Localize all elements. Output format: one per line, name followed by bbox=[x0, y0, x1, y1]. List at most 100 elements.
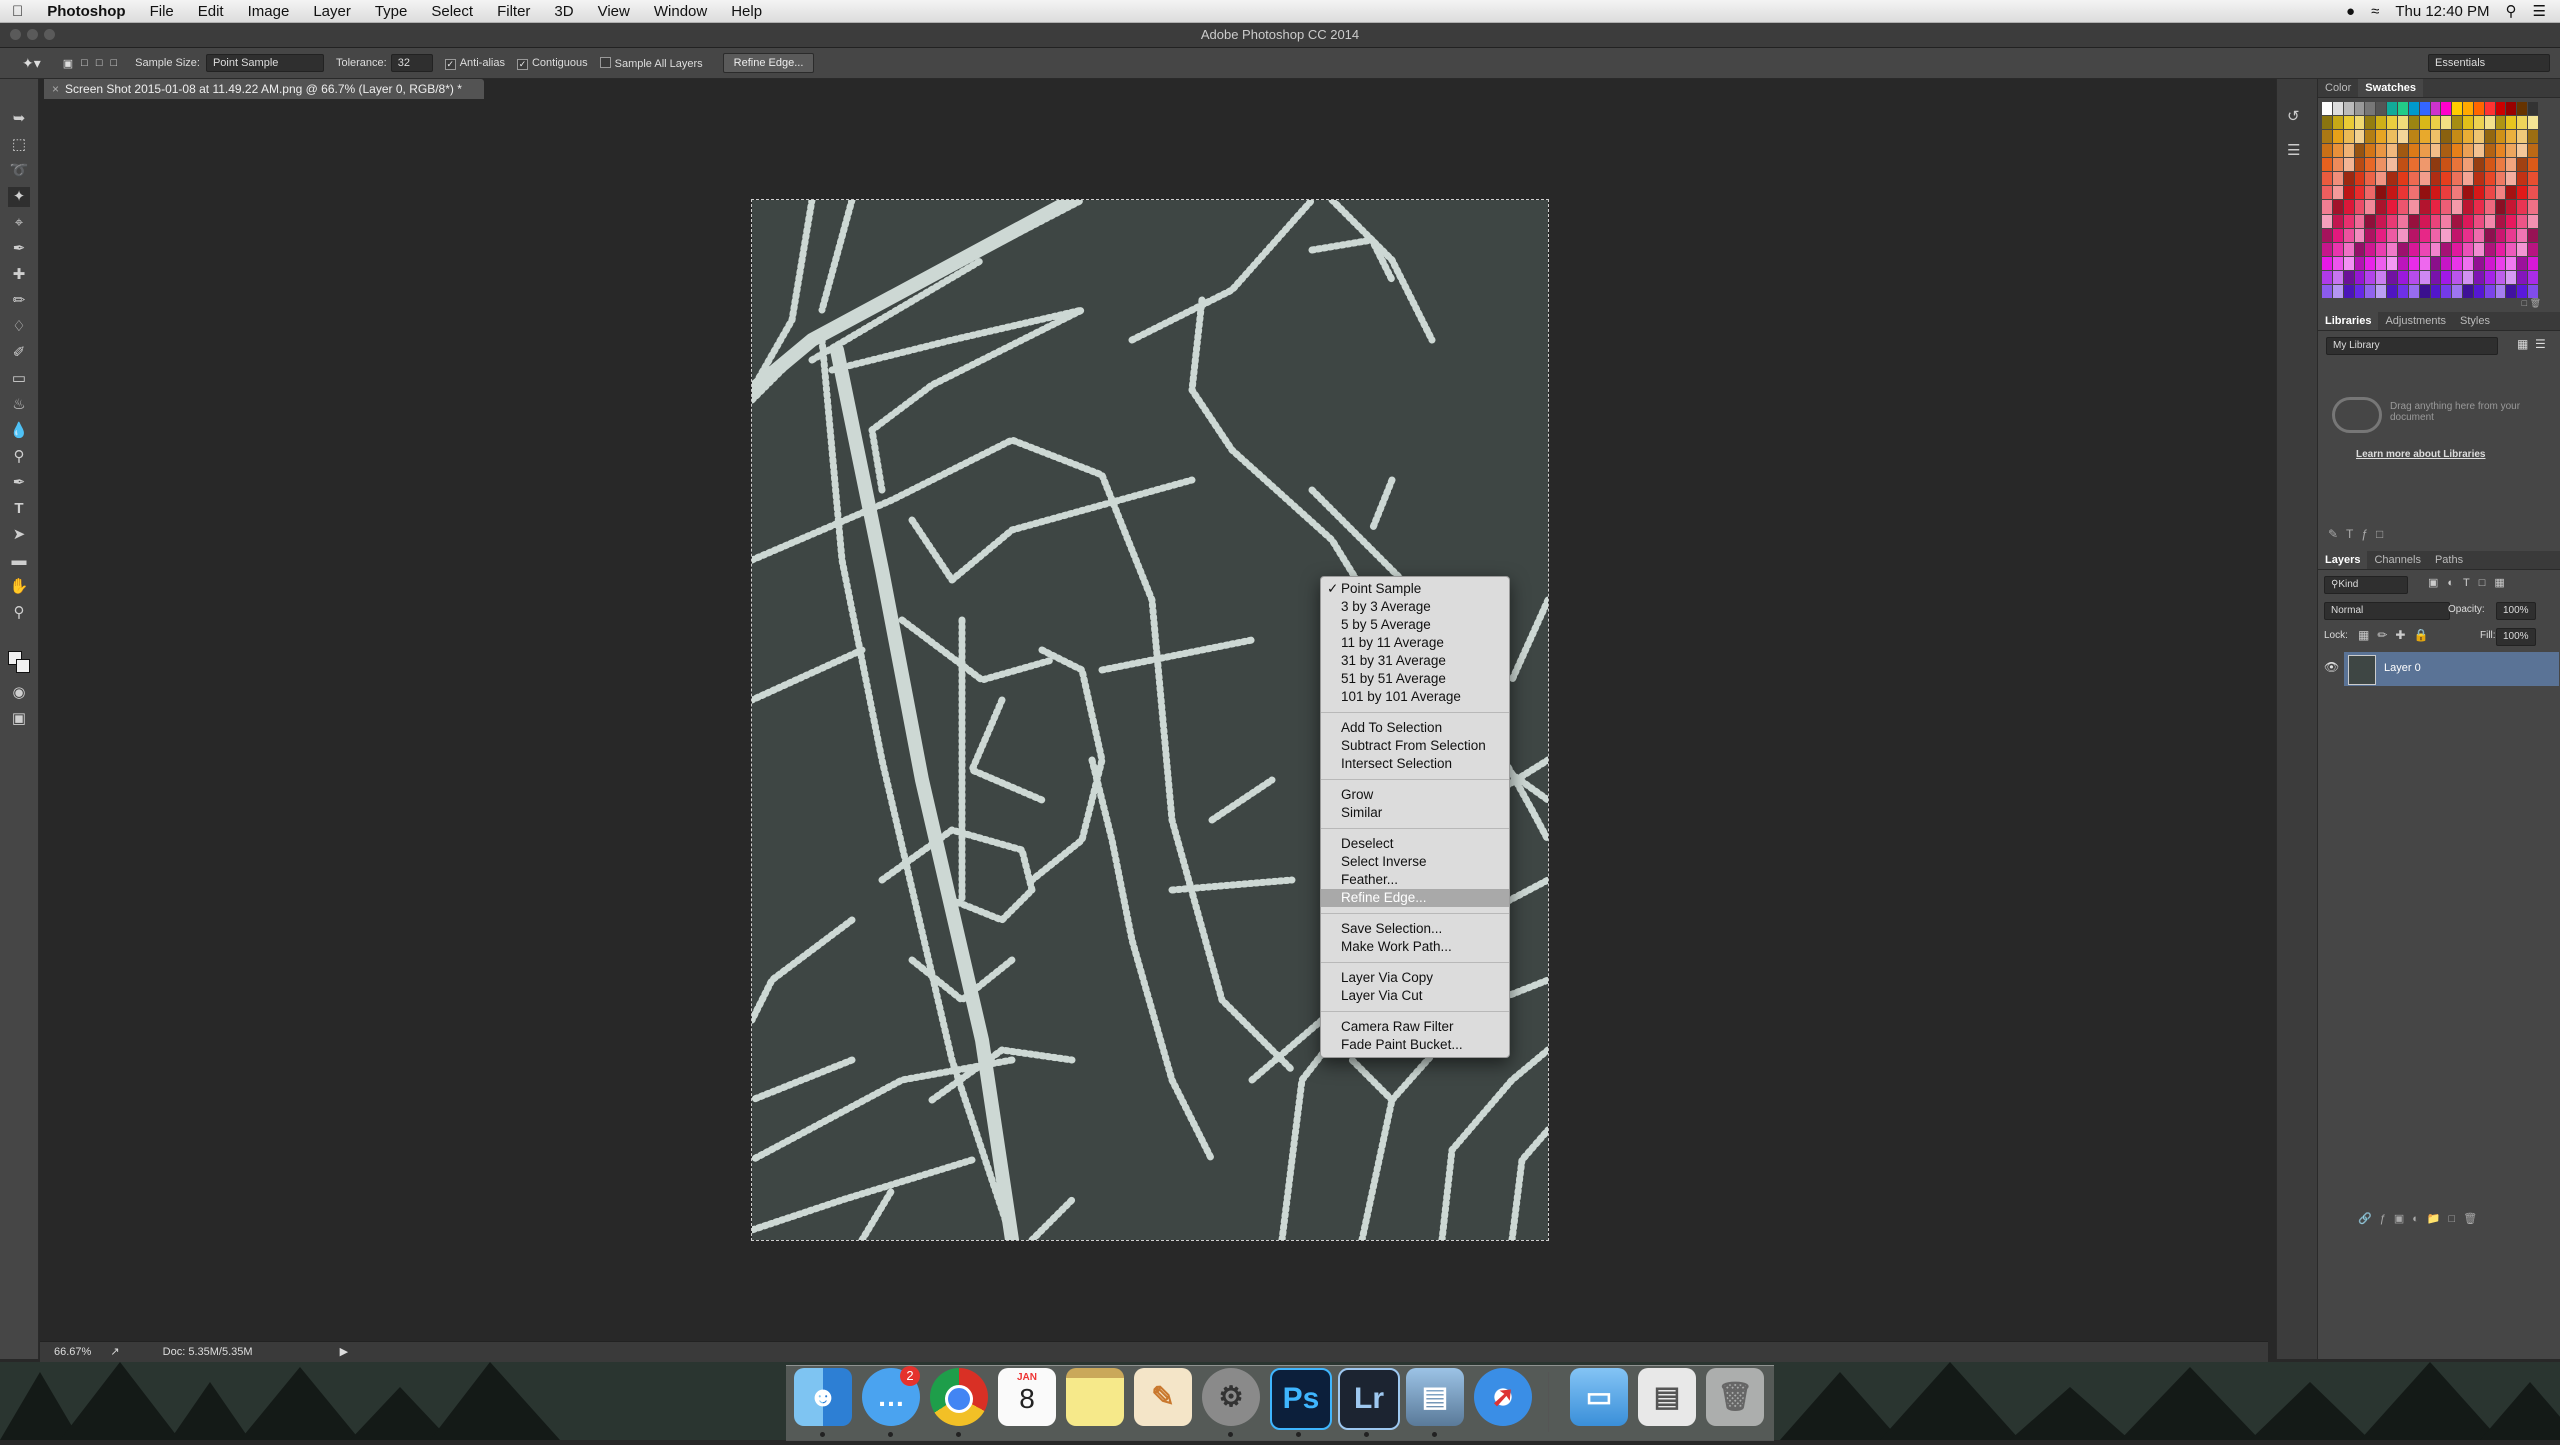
menu-filter[interactable]: Filter bbox=[485, 3, 542, 20]
swatch[interactable] bbox=[2387, 214, 2397, 228]
swatch[interactable] bbox=[2528, 158, 2538, 172]
history-brush-tool-icon[interactable]: ✐ bbox=[8, 343, 30, 363]
swatch[interactable] bbox=[2441, 270, 2452, 284]
blend-mode-select[interactable]: Normal bbox=[2324, 602, 2450, 620]
subtract-selection-icon[interactable]: □ bbox=[96, 57, 103, 70]
swatch[interactable] bbox=[2376, 172, 2387, 186]
swatch[interactable] bbox=[2463, 242, 2473, 256]
swatch[interactable] bbox=[2528, 102, 2538, 116]
clone-stamp-tool-icon[interactable]: ♢ bbox=[8, 317, 30, 337]
swatch[interactable] bbox=[2419, 186, 2430, 200]
swatch[interactable] bbox=[2332, 228, 2343, 242]
swatch[interactable] bbox=[2322, 172, 2332, 186]
swatch[interactable] bbox=[2473, 284, 2484, 298]
menu-item-similar[interactable]: Similar bbox=[1321, 804, 1509, 822]
swatch[interactable] bbox=[2322, 200, 2332, 214]
swatch[interactable] bbox=[2517, 256, 2528, 270]
menu-item-intersect-selection[interactable]: Intersect Selection bbox=[1321, 755, 1509, 773]
pen-tool-icon[interactable]: ✒ bbox=[8, 473, 30, 493]
swatch[interactable] bbox=[2473, 270, 2484, 284]
swatch[interactable] bbox=[2473, 172, 2484, 186]
swatch[interactable] bbox=[2506, 200, 2517, 214]
swatch[interactable] bbox=[2517, 242, 2528, 256]
swatch[interactable] bbox=[2343, 158, 2354, 172]
swatch[interactable] bbox=[2365, 228, 2376, 242]
menu-item-point-sample[interactable]: ✓ Point Sample bbox=[1321, 580, 1509, 598]
swatch[interactable] bbox=[2441, 284, 2452, 298]
swatch[interactable] bbox=[2419, 172, 2430, 186]
swatch[interactable] bbox=[2473, 102, 2484, 116]
swatch[interactable] bbox=[2441, 130, 2452, 144]
swatch[interactable] bbox=[2332, 242, 2343, 256]
swatch[interactable] bbox=[2452, 186, 2463, 200]
swatch[interactable] bbox=[2506, 214, 2517, 228]
magic-wand-tool-icon[interactable]: ✦ bbox=[8, 187, 30, 207]
swatch[interactable] bbox=[2376, 228, 2387, 242]
document-tab[interactable]: × Screen Shot 2015-01-08 at 11.49.22 AM.p… bbox=[44, 79, 484, 99]
swatch[interactable] bbox=[2332, 102, 2343, 116]
swatch[interactable] bbox=[2506, 186, 2517, 200]
swatch[interactable] bbox=[2473, 200, 2484, 214]
swatch[interactable] bbox=[2397, 242, 2408, 256]
swatch[interactable] bbox=[2495, 158, 2506, 172]
contiguous-checkbox[interactable]: ✓ Contiguous bbox=[516, 57, 588, 70]
swatch[interactable] bbox=[2354, 256, 2365, 270]
swatch[interactable] bbox=[2484, 256, 2495, 270]
swatch[interactable] bbox=[2517, 186, 2528, 200]
swatch[interactable] bbox=[2463, 200, 2473, 214]
menu-file[interactable]: File bbox=[138, 3, 186, 20]
swatch[interactable] bbox=[2484, 242, 2495, 256]
swatch[interactable] bbox=[2343, 214, 2354, 228]
swatch[interactable] bbox=[2397, 186, 2408, 200]
antialias-checkbox[interactable]: ✓ Anti-alias bbox=[444, 57, 505, 70]
intersect-selection-icon[interactable]: □ bbox=[110, 57, 117, 70]
swatch[interactable] bbox=[2441, 102, 2452, 116]
swatch[interactable] bbox=[2376, 102, 2387, 116]
menu-item-select-inverse[interactable]: Select Inverse bbox=[1321, 853, 1509, 871]
swatch[interactable] bbox=[2528, 144, 2538, 158]
folder-icon[interactable]: ▭ bbox=[1570, 1368, 1628, 1426]
swatch[interactable] bbox=[2463, 284, 2473, 298]
swatch[interactable] bbox=[2376, 200, 2387, 214]
history-panel-icon[interactable]: ↺ bbox=[2287, 107, 2300, 125]
swatch[interactable] bbox=[2473, 158, 2484, 172]
tab-libraries[interactable]: Libraries bbox=[2318, 312, 2379, 330]
swatch[interactable] bbox=[2430, 242, 2441, 256]
swatch[interactable] bbox=[2408, 200, 2419, 214]
swatch[interactable] bbox=[2528, 284, 2538, 298]
zoom-tool-icon[interactable]: ⚲ bbox=[8, 603, 30, 623]
swatch[interactable] bbox=[2408, 284, 2419, 298]
swatch[interactable] bbox=[2408, 270, 2419, 284]
swatch[interactable] bbox=[2452, 242, 2463, 256]
swatch[interactable] bbox=[2495, 228, 2506, 242]
swatch[interactable] bbox=[2322, 158, 2332, 172]
swatch[interactable] bbox=[2430, 144, 2441, 158]
tab-channels[interactable]: Channels bbox=[2367, 551, 2427, 569]
swatch[interactable] bbox=[2376, 242, 2387, 256]
swatch[interactable] bbox=[2387, 172, 2397, 186]
swatch[interactable] bbox=[2495, 256, 2506, 270]
swatch[interactable] bbox=[2332, 158, 2343, 172]
swatch[interactable] bbox=[2387, 144, 2397, 158]
quick-mask-icon[interactable]: ◉ bbox=[8, 683, 30, 703]
swatch[interactable] bbox=[2528, 130, 2538, 144]
tab-styles[interactable]: Styles bbox=[2453, 312, 2497, 330]
swatch[interactable] bbox=[2452, 116, 2463, 130]
swatch[interactable] bbox=[2441, 158, 2452, 172]
swatch[interactable] bbox=[2397, 158, 2408, 172]
swatch[interactable] bbox=[2365, 256, 2376, 270]
swatch[interactable] bbox=[2517, 270, 2528, 284]
dodge-tool-icon[interactable]: ⚲ bbox=[8, 447, 30, 467]
close-document-icon[interactable]: × bbox=[52, 82, 59, 96]
swatch[interactable] bbox=[2365, 102, 2376, 116]
swatch[interactable] bbox=[2441, 186, 2452, 200]
swatch[interactable] bbox=[2354, 144, 2365, 158]
swatch[interactable] bbox=[2517, 200, 2528, 214]
swatch[interactable] bbox=[2365, 116, 2376, 130]
swatch[interactable] bbox=[2397, 256, 2408, 270]
swatch[interactable] bbox=[2430, 200, 2441, 214]
menu-item-5by5-average[interactable]: 5 by 5 Average bbox=[1321, 616, 1509, 634]
pages-icon[interactable]: ✎ bbox=[1134, 1368, 1192, 1426]
swatch[interactable] bbox=[2463, 228, 2473, 242]
healing-brush-tool-icon[interactable]: ✚ bbox=[8, 265, 30, 285]
